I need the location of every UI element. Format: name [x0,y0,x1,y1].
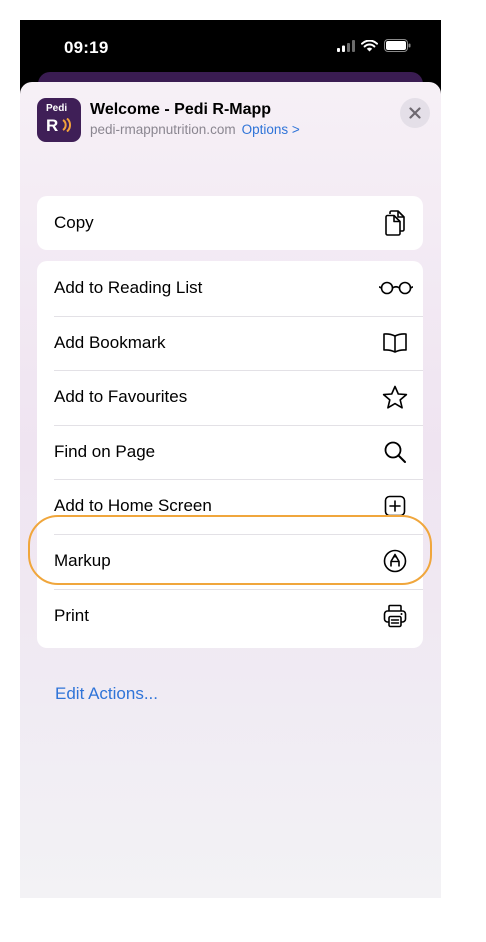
action-label: Add to Reading List [54,278,203,298]
page-domain-line: pedi-rmappnutrition.com Options > [90,122,300,137]
star-icon [381,383,409,411]
action-add-to-favourites[interactable]: Add to Favourites [37,370,423,425]
close-icon [409,107,421,119]
highlight-annotation [28,515,432,585]
action-label: Add Bookmark [54,332,166,352]
phone-screen: 09:19 Pedi R Welcome - Pedi R-Mapp pedi-… [20,20,441,898]
action-group-copy: Copy [37,196,423,250]
action-print[interactable]: Print [37,588,423,644]
page-title: Welcome - Pedi R-Mapp [90,101,272,118]
action-copy[interactable]: Copy [37,196,423,250]
status-bar: 09:19 [20,20,441,76]
app-icon: Pedi R [37,98,81,142]
action-label: Add to Favourites [54,387,188,407]
printer-icon [381,602,409,630]
status-time: 09:19 [64,38,109,57]
edit-actions-link[interactable]: Edit Actions... [55,684,158,704]
action-add-to-reading-list[interactable]: Add to Reading List [37,261,423,316]
battery-icon [384,39,411,52]
share-sheet: Pedi R Welcome - Pedi R-Mapp pedi-rmappn… [20,82,441,898]
book-icon [381,329,409,357]
glasses-icon [379,274,413,302]
action-label: Print [54,606,89,625]
search-icon [381,438,409,466]
action-find-on-page[interactable]: Find on Page [37,424,423,480]
options-link[interactable]: Options > [242,122,300,137]
signal-icon [337,39,355,52]
share-header: Pedi R Welcome - Pedi R-Mapp pedi-rmappn… [37,98,430,144]
wifi-icon [361,39,378,51]
action-add-bookmark[interactable]: Add Bookmark [37,315,423,371]
action-label: Add to Home Screen [54,496,212,516]
app-icon-text: Pedi [46,103,68,114]
action-group-main: Add to Reading List Add Bookmark Add to … [37,261,423,648]
status-icons [337,39,411,52]
app-icon-letter: R [46,116,59,135]
sound-waves-icon [62,118,71,132]
close-button[interactable] [400,98,430,128]
copy-icon [381,209,409,237]
action-label: Copy [54,213,94,232]
action-label: Find on Page [54,441,156,461]
page-domain: pedi-rmappnutrition.com [90,122,236,137]
